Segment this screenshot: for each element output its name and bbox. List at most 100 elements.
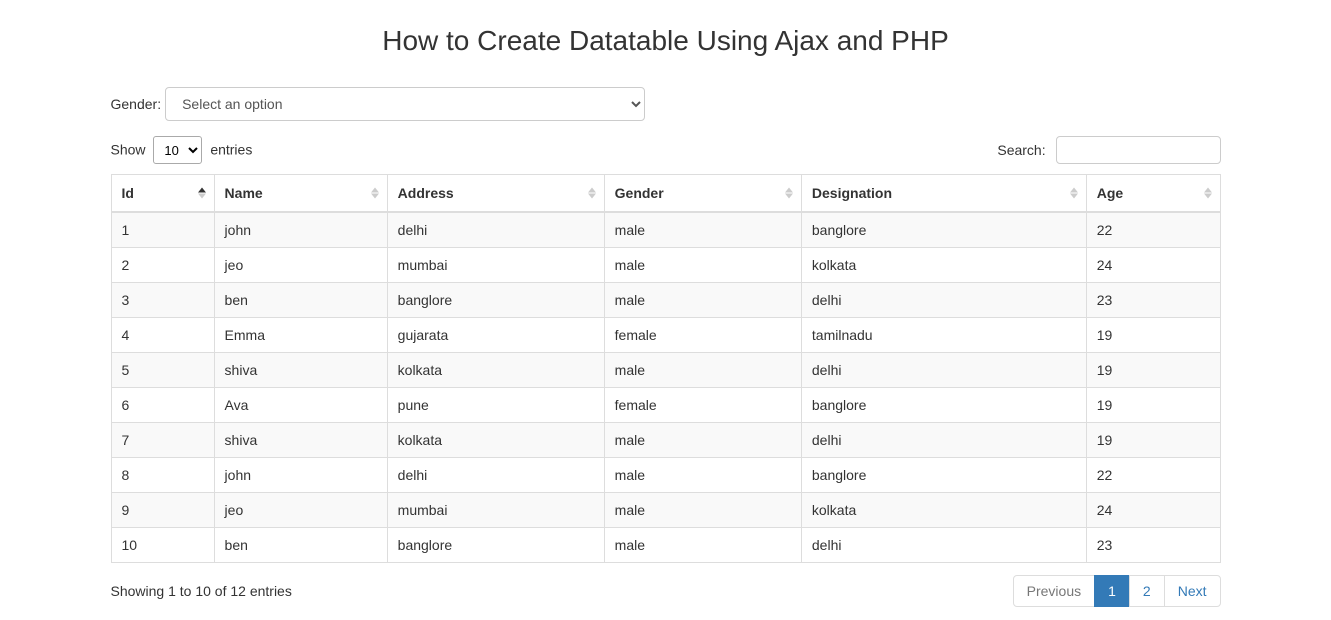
table-cell: 19 xyxy=(1086,318,1220,353)
table-cell: 19 xyxy=(1086,388,1220,423)
table-cell: delhi xyxy=(387,212,604,248)
table-row: 10benbangloremaledelhi23 xyxy=(111,528,1220,563)
table-cell: john xyxy=(214,458,387,493)
table-cell: delhi xyxy=(801,528,1086,563)
table-cell: ben xyxy=(214,528,387,563)
table-cell: 9 xyxy=(111,493,214,528)
table-cell: kolkata xyxy=(801,493,1086,528)
table-cell: delhi xyxy=(801,353,1086,388)
column-label: Designation xyxy=(812,185,892,201)
table-cell: kolkata xyxy=(387,423,604,458)
table-cell: 19 xyxy=(1086,353,1220,388)
table-row: 8johndelhimalebanglore22 xyxy=(111,458,1220,493)
table-cell: male xyxy=(604,248,801,283)
table-cell: 1 xyxy=(111,212,214,248)
table-cell: john xyxy=(214,212,387,248)
table-cell: shiva xyxy=(214,353,387,388)
column-header-address[interactable]: Address xyxy=(387,175,604,213)
column-label: Address xyxy=(398,185,454,201)
table-row: 2jeomumbaimalekolkata24 xyxy=(111,248,1220,283)
table-cell: pune xyxy=(387,388,604,423)
search-input[interactable] xyxy=(1056,136,1221,164)
table-cell: 19 xyxy=(1086,423,1220,458)
table-cell: banglore xyxy=(387,283,604,318)
table-cell: 24 xyxy=(1086,248,1220,283)
column-header-name[interactable]: Name xyxy=(214,175,387,213)
table-cell: banglore xyxy=(387,528,604,563)
entries-select[interactable]: 10 xyxy=(153,136,202,164)
table-cell: 22 xyxy=(1086,458,1220,493)
table-cell: jeo xyxy=(214,248,387,283)
table-cell: male xyxy=(604,423,801,458)
pagination-previous[interactable]: Previous xyxy=(1013,575,1095,607)
table-cell: 22 xyxy=(1086,212,1220,248)
page-title: How to Create Datatable Using Ajax and P… xyxy=(111,25,1221,57)
show-label: Show xyxy=(111,142,146,158)
table-cell: mumbai xyxy=(387,493,604,528)
pagination: Previous12Next xyxy=(1013,575,1221,607)
table-cell: Ava xyxy=(214,388,387,423)
entries-label: entries xyxy=(210,142,252,158)
sort-icon xyxy=(1070,188,1078,199)
table-row: 1johndelhimalebanglore22 xyxy=(111,212,1220,248)
table-cell: ben xyxy=(214,283,387,318)
table-cell: jeo xyxy=(214,493,387,528)
table-cell: male xyxy=(604,458,801,493)
sort-icon xyxy=(1204,188,1212,199)
gender-label: Gender: xyxy=(111,96,162,112)
table-cell: male xyxy=(604,353,801,388)
table-cell: male xyxy=(604,283,801,318)
column-label: Name xyxy=(225,185,263,201)
table-row: 9jeomumbaimalekolkata24 xyxy=(111,493,1220,528)
column-label: Age xyxy=(1097,185,1123,201)
sort-icon xyxy=(588,188,596,199)
sort-icon xyxy=(198,188,206,199)
pagination-next[interactable]: Next xyxy=(1164,575,1221,607)
table-row: 7shivakolkatamaledelhi19 xyxy=(111,423,1220,458)
table-cell: 6 xyxy=(111,388,214,423)
table-cell: shiva xyxy=(214,423,387,458)
table-cell: mumbai xyxy=(387,248,604,283)
table-cell: 10 xyxy=(111,528,214,563)
table-cell: Emma xyxy=(214,318,387,353)
table-cell: banglore xyxy=(801,388,1086,423)
table-cell: kolkata xyxy=(387,353,604,388)
column-header-id[interactable]: Id xyxy=(111,175,214,213)
search-label: Search: xyxy=(997,142,1045,158)
table-cell: banglore xyxy=(801,212,1086,248)
sort-icon xyxy=(785,188,793,199)
table-cell: delhi xyxy=(387,458,604,493)
length-control: Show 10 entries xyxy=(111,136,253,164)
table-cell: 5 xyxy=(111,353,214,388)
table-cell: kolkata xyxy=(801,248,1086,283)
table-cell: 23 xyxy=(1086,283,1220,318)
table-cell: 4 xyxy=(111,318,214,353)
table-cell: delhi xyxy=(801,423,1086,458)
table-cell: 23 xyxy=(1086,528,1220,563)
table-cell: male xyxy=(604,528,801,563)
table-row: 4Emmagujaratafemaletamilnadu19 xyxy=(111,318,1220,353)
table-cell: tamilnadu xyxy=(801,318,1086,353)
table-row: 5shivakolkatamaledelhi19 xyxy=(111,353,1220,388)
table-cell: female xyxy=(604,388,801,423)
column-header-designation[interactable]: Designation xyxy=(801,175,1086,213)
table-cell: 24 xyxy=(1086,493,1220,528)
column-label: Id xyxy=(122,185,134,201)
table-cell: delhi xyxy=(801,283,1086,318)
table-cell: 2 xyxy=(111,248,214,283)
data-table: IdNameAddressGenderDesignationAge 1johnd… xyxy=(111,174,1221,563)
table-cell: 3 xyxy=(111,283,214,318)
pagination-page-1[interactable]: 1 xyxy=(1094,575,1130,607)
table-cell: 8 xyxy=(111,458,214,493)
column-header-age[interactable]: Age xyxy=(1086,175,1220,213)
column-header-gender[interactable]: Gender xyxy=(604,175,801,213)
gender-select[interactable]: Select an option xyxy=(165,87,645,121)
table-cell: female xyxy=(604,318,801,353)
table-row: 3benbangloremaledelhi23 xyxy=(111,283,1220,318)
search-control: Search: xyxy=(997,136,1220,164)
pagination-page-2[interactable]: 2 xyxy=(1129,575,1165,607)
sort-icon xyxy=(371,188,379,199)
table-cell: male xyxy=(604,212,801,248)
table-cell: 7 xyxy=(111,423,214,458)
table-cell: gujarata xyxy=(387,318,604,353)
